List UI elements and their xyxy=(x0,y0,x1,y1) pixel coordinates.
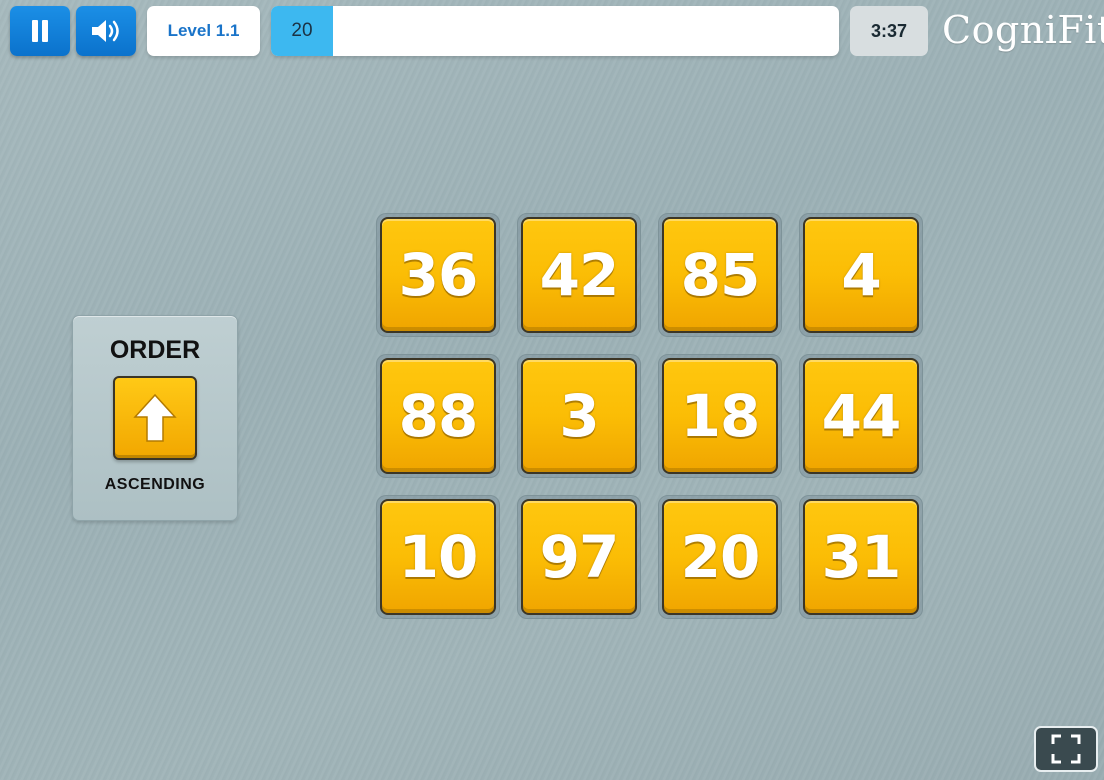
progress-value: 20 xyxy=(291,20,313,41)
number-tile[interactable]: 3 xyxy=(521,358,637,474)
pause-icon xyxy=(32,20,48,42)
number-tile[interactable]: 85 xyxy=(662,217,778,333)
number-tile[interactable]: 31 xyxy=(803,499,919,615)
number-tile[interactable]: 20 xyxy=(662,499,778,615)
tile-slot: 4 xyxy=(799,213,923,337)
tile-slot: 85 xyxy=(658,213,782,337)
number-tile[interactable]: 44 xyxy=(803,358,919,474)
order-direction-label: ASCENDING xyxy=(104,476,206,493)
number-tile[interactable]: 88 xyxy=(380,358,496,474)
number-tile[interactable]: 97 xyxy=(521,499,637,615)
order-direction-button[interactable] xyxy=(113,376,197,460)
progress-bar: 20 xyxy=(271,6,839,56)
tile-slot: 36 xyxy=(376,213,500,337)
number-tile[interactable]: 18 xyxy=(662,358,778,474)
fullscreen-button[interactable] xyxy=(1034,726,1098,772)
number-tile[interactable]: 10 xyxy=(380,499,496,615)
timer-value: 3:37 xyxy=(870,20,908,41)
tile-slot: 3 xyxy=(517,354,641,478)
tile-slot: 18 xyxy=(658,354,782,478)
tile-slot: 44 xyxy=(799,354,923,478)
tile-slot: 42 xyxy=(517,213,641,337)
cognifit-logo: CogniFit xyxy=(942,8,1104,52)
tile-slot: 31 xyxy=(799,495,923,619)
sound-button[interactable] xyxy=(76,6,136,56)
pause-button[interactable] xyxy=(10,6,70,56)
timer: 3:37 xyxy=(850,6,928,56)
number-tile[interactable]: 36 xyxy=(380,217,496,333)
tile-slot: 97 xyxy=(517,495,641,619)
level-indicator: Level 1.1 xyxy=(147,6,260,56)
order-title: ORDER xyxy=(109,336,201,364)
speaker-volume-icon xyxy=(92,20,119,42)
tile-slot: 88 xyxy=(376,354,500,478)
number-grid: 36 42 85 4 88 3 18 44 10 97 20 31 xyxy=(376,213,923,619)
tile-slot: 20 xyxy=(658,495,782,619)
tile-slot: 10 xyxy=(376,495,500,619)
number-tile[interactable]: 42 xyxy=(521,217,637,333)
arrow-up-icon xyxy=(133,393,177,442)
number-tile[interactable]: 4 xyxy=(803,217,919,333)
order-panel: ORDER ASCENDING xyxy=(72,315,238,521)
level-label: Level 1.1 xyxy=(167,21,240,40)
fullscreen-icon xyxy=(1051,734,1081,764)
